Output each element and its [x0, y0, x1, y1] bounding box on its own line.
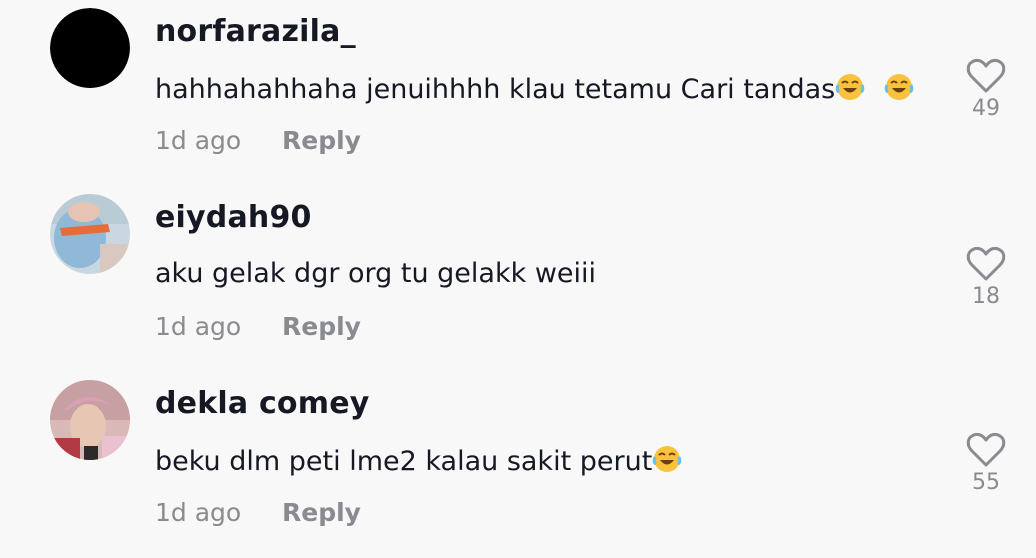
comment-item: eiydah90 aku gelak dgr org tu gelakk wei… [0, 186, 1036, 372]
laughing-emoji-icon [652, 444, 682, 474]
comment-text-content: hahhahahhaha jenuihhhh klau tetamu Cari … [155, 74, 836, 105]
comment-timestamp: 1d ago [155, 498, 242, 527]
comment-text: aku gelak dgr org tu gelakk weiii [155, 258, 596, 289]
comment-text-content: aku gelak dgr org tu gelakk weiii [155, 258, 597, 289]
laughing-emoji-icon [835, 72, 865, 102]
comment-text-content: beku dlm peti lme2 kalau sakit perut [155, 446, 653, 477]
like-count: 18 [972, 284, 1000, 309]
comment-username[interactable]: dekla comey [155, 386, 370, 421]
comment-username[interactable]: eiydah90 [155, 200, 312, 235]
avatar[interactable] [50, 8, 130, 88]
like-button[interactable]: 18 [962, 246, 1010, 309]
like-button[interactable]: 55 [962, 432, 1010, 495]
like-count: 55 [972, 470, 1000, 495]
comment-timestamp: 1d ago [155, 126, 242, 155]
comment-username[interactable]: norfarazila_ [155, 14, 356, 49]
like-button[interactable]: 49 [962, 58, 1010, 121]
heart-outline-icon [966, 432, 1006, 467]
comment-timestamp: 1d ago [155, 312, 242, 341]
laughing-emoji-icon [884, 72, 914, 102]
comment-item: dekla comey beku dlm peti lme2 kalau sak… [0, 372, 1036, 558]
avatar[interactable] [50, 380, 130, 460]
avatar[interactable] [50, 194, 130, 274]
reply-button[interactable]: Reply [282, 498, 361, 527]
comment-item: norfarazila_ hahhahahhaha jenuihhhh klau… [0, 0, 1036, 186]
heart-outline-icon [966, 246, 1006, 281]
like-count: 49 [972, 96, 1000, 121]
reply-button[interactable]: Reply [282, 312, 361, 341]
comment-text: beku dlm peti lme2 kalau sakit perut [155, 444, 682, 477]
heart-outline-icon [966, 58, 1006, 93]
comment-text: hahhahahhaha jenuihhhh klau tetamu Cari … [155, 72, 914, 105]
reply-button[interactable]: Reply [282, 126, 361, 155]
